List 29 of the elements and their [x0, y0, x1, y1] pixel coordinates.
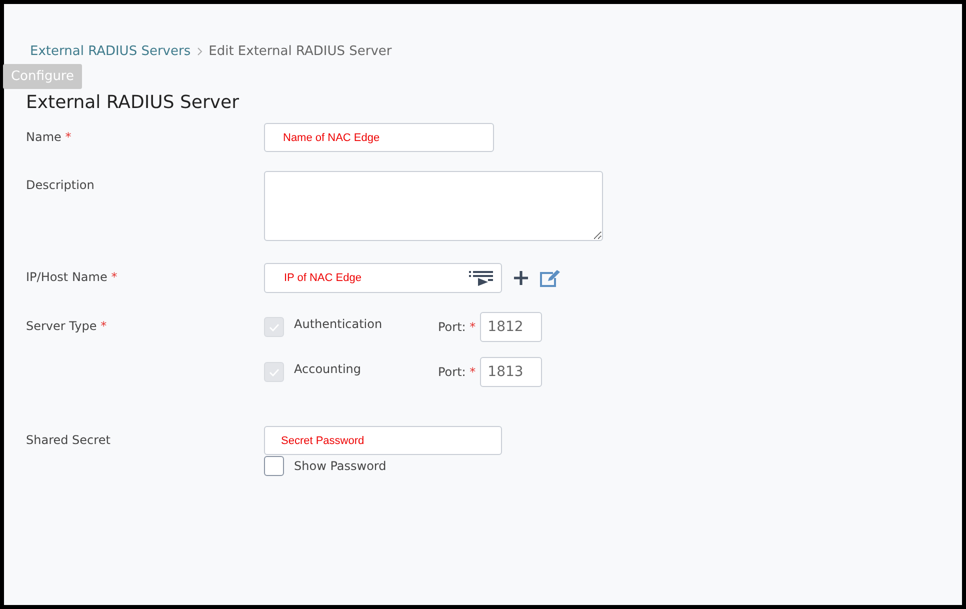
- port-label: Port:: [438, 320, 466, 334]
- required-mark: *: [111, 270, 118, 284]
- list-play-icon[interactable]: [469, 270, 493, 286]
- edit-icon[interactable]: [540, 270, 560, 286]
- description-field[interactable]: [264, 171, 603, 241]
- checkbox[interactable]: [264, 456, 284, 476]
- plus-icon[interactable]: [514, 271, 528, 285]
- required-mark: *: [470, 320, 476, 334]
- name-field[interactable]: Name of NAC Edge: [264, 123, 494, 152]
- page-title: External RADIUS Server: [26, 92, 240, 115]
- port-label: Port:: [438, 365, 466, 379]
- required-mark: *: [100, 319, 107, 333]
- host-select[interactable]: IP of NAC Edge: [264, 263, 502, 293]
- field-label: IP/Host Name: [26, 270, 108, 284]
- check-icon: [270, 324, 280, 332]
- breadcrumb-current: Edit External RADIUS Server: [208, 44, 392, 58]
- checkbox-label: Authentication: [294, 317, 384, 331]
- field-label: Name: [26, 130, 62, 144]
- required-mark: *: [65, 130, 72, 144]
- checkbox-label: Accounting: [294, 362, 362, 376]
- checkbox-label: Show Password: [294, 459, 386, 473]
- chevron-icon: [196, 46, 203, 56]
- field-label: Shared Secret: [26, 433, 110, 447]
- field-label: Server Type: [26, 319, 97, 333]
- secret-field[interactable]: Secret Password: [264, 426, 502, 455]
- breadcrumb-link[interactable]: External RADIUS Servers: [30, 44, 191, 58]
- required-mark: *: [470, 365, 476, 379]
- field-label: Description: [26, 178, 94, 192]
- check-icon: [270, 368, 280, 376]
